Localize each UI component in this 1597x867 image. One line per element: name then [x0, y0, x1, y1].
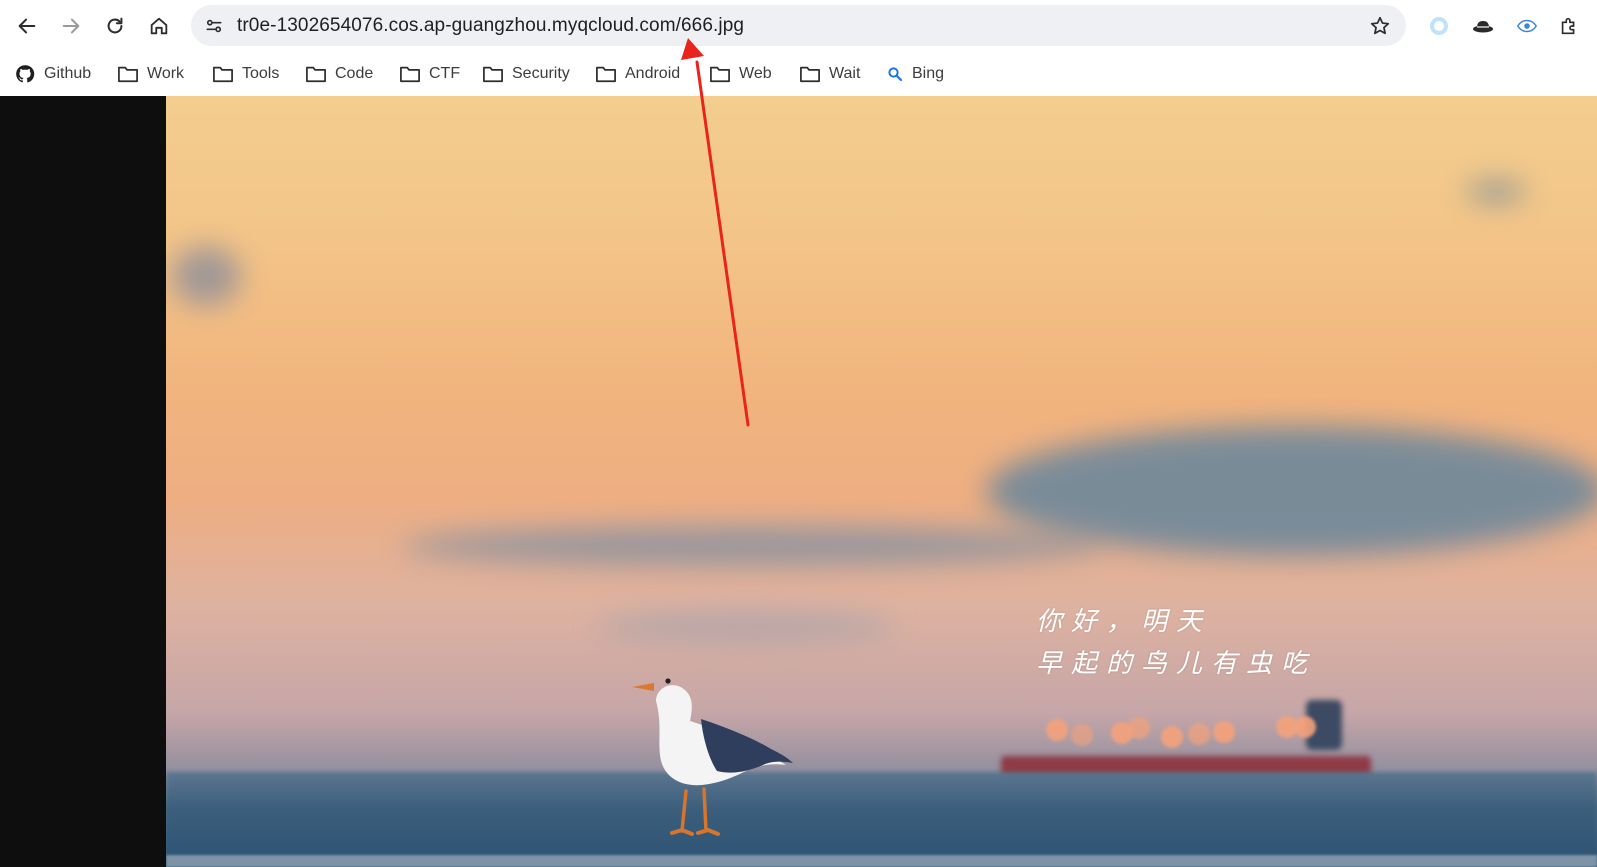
bookmark-label: Wait — [829, 65, 861, 82]
bokeh-light — [1128, 717, 1150, 739]
cloud — [401, 526, 1101, 566]
bookmark-folder-web[interactable]: Web — [709, 62, 772, 86]
arrow-left-icon — [18, 18, 36, 34]
extension-button[interactable] — [1426, 13, 1452, 39]
site-info-button[interactable] — [199, 11, 229, 41]
hat-extension-icon — [1473, 21, 1493, 33]
search-icon — [888, 67, 903, 82]
image-caption: 你好，明天 早起的鸟儿有虫吃 — [1036, 601, 1316, 685]
bookmark-folder-wait[interactable]: Wait — [799, 62, 860, 86]
puzzle-icon — [1561, 17, 1575, 35]
cloud — [1466, 181, 1526, 203]
bookmark-label: CTF — [429, 65, 461, 82]
bookmark-folder-ctf[interactable]: CTF — [399, 62, 460, 86]
bookmark-star-button[interactable] — [1366, 12, 1394, 40]
bookmark-label: Work — [147, 65, 185, 82]
folder-icon — [118, 66, 138, 83]
caption-line-2: 早起的鸟儿有虫吃 — [1036, 649, 1317, 679]
extension-button[interactable] — [1556, 13, 1582, 39]
cloud — [986, 426, 1597, 556]
caption-line-1: 你好，明天 — [1036, 607, 1212, 637]
folder-icon — [306, 66, 326, 83]
url-text[interactable]: tr0e-1302654076.cos.ap-guangzhou.myqclou… — [237, 15, 744, 37]
browser-toolbar: tr0e-1302654076.cos.ap-guangzhou.myqclou… — [0, 0, 1597, 52]
github-icon — [16, 65, 35, 83]
home-button[interactable] — [141, 8, 177, 44]
ring-extension-icon — [1430, 17, 1448, 35]
bookmark-label: Web — [739, 65, 772, 82]
bookmark-folder-work[interactable]: Work — [117, 62, 184, 86]
star-icon — [1370, 16, 1390, 35]
folder-icon — [800, 66, 820, 83]
tune-icon — [206, 19, 222, 33]
cloud — [596, 611, 896, 641]
sea — [166, 772, 1597, 867]
bookmark-label: Android — [625, 65, 681, 82]
bokeh-light — [1071, 724, 1093, 746]
bookmark-folder-security[interactable]: Security — [482, 62, 570, 86]
home-icon — [150, 17, 168, 35]
eye-extension-icon — [1516, 19, 1538, 33]
reload-icon — [107, 17, 123, 34]
seagull-sunset-image: 你好，明天 早起的鸟儿有虫吃 — [166, 96, 1597, 867]
bookmark-github[interactable]: Github — [14, 62, 91, 86]
extension-button[interactable] — [1470, 13, 1496, 39]
reload-button[interactable] — [97, 8, 133, 44]
page-content: 你好，明天 早起的鸟儿有虫吃 — [0, 96, 1597, 867]
cloud — [171, 246, 241, 306]
bookmark-folder-tools[interactable]: Tools — [212, 62, 279, 86]
forward-button[interactable] — [53, 8, 89, 44]
folder-icon — [400, 66, 420, 83]
arrow-right-icon — [62, 18, 80, 34]
folder-icon — [483, 66, 503, 83]
back-button[interactable] — [9, 8, 45, 44]
bookmark-label: Tools — [242, 65, 280, 82]
bookmark-folder-android[interactable]: Android — [595, 62, 680, 86]
bookmark-bing[interactable]: Bing — [886, 62, 944, 86]
bokeh-light — [1213, 721, 1235, 743]
bookmark-label: Security — [512, 65, 570, 82]
railing — [166, 855, 1597, 867]
seagull — [632, 678, 793, 836]
address-bar[interactable]: tr0e-1302654076.cos.ap-guangzhou.myqclou… — [191, 5, 1406, 46]
bokeh-light — [1161, 726, 1183, 748]
bookmarks-bar: Github Work Tools Code CTF Security Andr… — [0, 52, 1597, 96]
extension-button[interactable] — [1514, 13, 1540, 39]
bokeh-light — [1188, 723, 1210, 745]
bokeh-light — [1294, 716, 1316, 738]
bookmark-label: Bing — [912, 65, 945, 82]
bookmark-label: Github — [44, 65, 92, 82]
bookmark-folder-code[interactable]: Code — [305, 62, 373, 86]
folder-icon — [213, 66, 233, 83]
folder-icon — [710, 66, 730, 83]
folder-icon — [596, 66, 616, 83]
bokeh-light — [1046, 719, 1068, 741]
bookmark-label: Code — [335, 65, 374, 82]
